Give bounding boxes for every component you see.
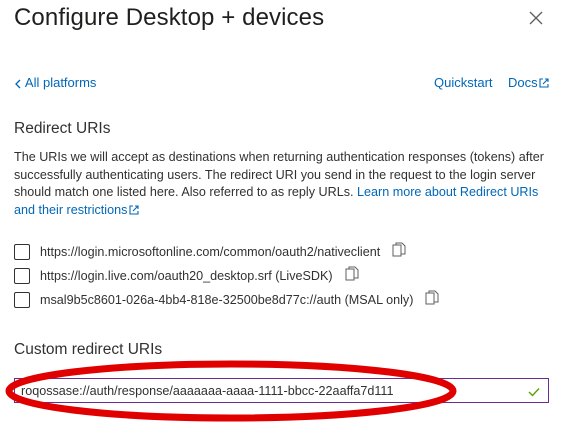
custom-redirect-heading: Custom redirect URIs <box>14 341 163 358</box>
uri-checkbox[interactable] <box>14 292 30 308</box>
all-platforms-label: All platforms <box>24 75 97 90</box>
custom-redirect-input[interactable] <box>21 381 521 400</box>
checkmark-icon <box>528 384 540 402</box>
redirect-uris-description: The URIs we will accept as destinations … <box>14 149 546 219</box>
redirect-uris-heading: Redirect URIs <box>14 120 111 137</box>
quickstart-link[interactable]: Quickstart <box>434 75 493 90</box>
panel-title: Configure Desktop + devices <box>14 4 325 31</box>
uri-checkbox[interactable] <box>14 268 30 284</box>
uri-text: https://login.live.com/oauth20_desktop.s… <box>40 269 333 283</box>
custom-redirect-field <box>14 378 549 403</box>
copy-icon[interactable] <box>425 290 439 311</box>
chevron-left-icon <box>14 75 22 90</box>
redirect-uri-row: https://login.live.com/oauth20_desktop.s… <box>14 266 359 286</box>
uri-checkbox[interactable] <box>14 244 30 260</box>
external-link-icon <box>538 75 550 90</box>
copy-icon[interactable] <box>392 242 406 263</box>
uri-text: https://login.microsoftonline.com/common… <box>40 245 381 259</box>
redirect-uri-row: msal9b5c8601-026a-4bb4-818e-32500be8d77c… <box>14 290 439 310</box>
copy-icon[interactable] <box>345 266 359 287</box>
all-platforms-link[interactable]: All platforms <box>14 75 96 90</box>
uri-text: msal9b5c8601-026a-4bb4-818e-32500be8d77c… <box>40 293 414 307</box>
docs-label: Docs <box>508 75 538 90</box>
redirect-uri-row: https://login.microsoftonline.com/common… <box>14 242 406 262</box>
external-link-icon <box>127 203 140 217</box>
close-icon[interactable] <box>528 10 544 26</box>
docs-link[interactable]: Docs <box>508 75 550 90</box>
